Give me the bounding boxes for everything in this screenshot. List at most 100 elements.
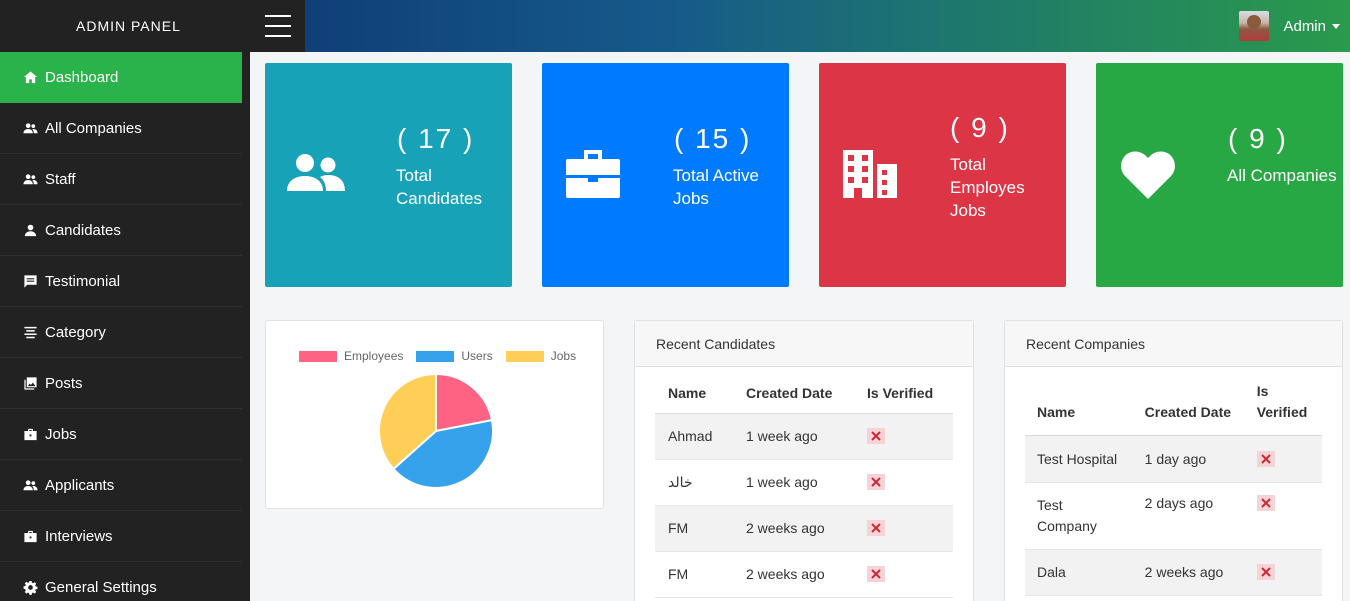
recent-companies-panel: Recent Companies Name Created Date Is Ve… [1004, 320, 1343, 601]
sidebar-item-label: General Settings [45, 578, 157, 596]
sidebar-item-label: Candidates [45, 221, 121, 239]
sidebar-item-interviews[interactable]: Interviews [0, 511, 242, 562]
comment-icon [22, 273, 38, 289]
sidebar-item-label: Posts [45, 374, 83, 392]
header-bar: Admin [305, 0, 1350, 52]
sidebar-item-label: Category [45, 323, 106, 341]
top-navbar: ADMIN PANEL Admin [0, 0, 1350, 52]
table-row[interactable]: Test Company 2 days ago [1025, 482, 1322, 550]
not-verified-x-icon [867, 520, 885, 536]
people-icon [22, 120, 38, 136]
gear-icon [22, 579, 38, 595]
sidebar-item-jobs[interactable]: Jobs [0, 409, 242, 460]
users-icon [287, 153, 347, 198]
sidebar-item-label: Jobs [45, 425, 77, 443]
brand-title[interactable]: ADMIN PANEL [0, 0, 250, 52]
sidebar-item-label: Staff [45, 170, 76, 188]
stat-count: ( 17 ) [397, 123, 475, 154]
table-row[interactable]: Test Hospital 1 day ago [1025, 435, 1322, 483]
sidebar-toggle-area [250, 0, 305, 52]
sidebar-item-general-settings[interactable]: General Settings [0, 562, 242, 601]
table-row[interactable]: خالد 1 week ago [655, 459, 953, 506]
cell-date: 2 weeks ago [746, 505, 867, 552]
building-icon [843, 150, 897, 203]
not-verified-x-icon [1256, 564, 1275, 580]
recent-candidates-table: Name Created Date Is Verified Ahmad 1 we… [655, 369, 953, 598]
cell-date: 2 weeks ago [1144, 549, 1257, 596]
cell-date: 1 day ago [1144, 435, 1257, 483]
table-row[interactable]: Dala 2 weeks ago [1025, 549, 1322, 596]
chart-panel: Employees Users Jobs [265, 320, 604, 509]
stat-label: Total Candidates [396, 166, 483, 208]
column-header-created-date[interactable]: Created Date [1144, 369, 1257, 436]
briefcase-icon [22, 426, 38, 442]
column-header-name[interactable]: Name [1025, 369, 1145, 436]
home-icon [22, 70, 38, 86]
cell-name: Test Hospital [1025, 435, 1145, 483]
avatar[interactable] [1239, 11, 1270, 41]
sidebar-item-category[interactable]: Category [0, 307, 242, 358]
people-icon [22, 171, 38, 187]
cell-date: 1 week ago [746, 459, 867, 506]
sidebar-item-applicants[interactable]: Applicants [0, 460, 242, 511]
table-row[interactable]: FM 2 weeks ago [655, 505, 953, 552]
people-icon [22, 477, 38, 493]
recent-companies-table: Name Created Date Is Verified Test Hospi… [1025, 369, 1322, 596]
stat-card-all-companies[interactable]: ( 9 ) All Companies [1096, 63, 1343, 287]
table-row[interactable]: Ahmad 1 week ago [655, 413, 953, 460]
panel-title: Recent Candidates [635, 321, 973, 367]
sidebar-item-candidates[interactable]: Candidates [0, 205, 242, 256]
stat-label: Total Employes Jobs [950, 155, 1025, 220]
sidebar-item-posts[interactable]: Posts [0, 358, 242, 409]
chevron-down-icon[interactable] [1332, 23, 1340, 29]
cell-name: Test Company [1025, 482, 1145, 550]
not-verified-x-icon [867, 474, 885, 490]
cell-name: FM [655, 551, 746, 598]
cell-date: 2 weeks ago [746, 551, 867, 598]
align-icon [22, 324, 38, 340]
sidebar-item-dashboard[interactable]: Dashboard [0, 52, 242, 103]
hamburger-menu-icon[interactable] [264, 15, 291, 37]
user-name[interactable]: Admin [1283, 18, 1326, 35]
panel-title: Recent Companies [1005, 321, 1342, 367]
cell-name: Dala [1025, 549, 1145, 596]
not-verified-x-icon [867, 428, 885, 444]
stat-card-total-active-jobs[interactable]: ( 15 ) Total Active Jobs [542, 63, 789, 287]
stat-count: ( 9 ) [950, 112, 1010, 143]
not-verified-x-icon [1256, 450, 1275, 467]
sidebar-item-staff[interactable]: Staff [0, 154, 242, 205]
cell-name: خالد [655, 459, 746, 506]
heart-icon [1121, 149, 1175, 204]
stat-count: ( 15 ) [674, 123, 752, 154]
cell-date: 2 days ago [1144, 482, 1257, 550]
stat-count: ( 9 ) [1228, 123, 1288, 154]
table-row[interactable]: FM 2 weeks ago [655, 551, 953, 598]
cell-name: FM [655, 505, 746, 552]
cell-name: Ahmad [655, 413, 746, 460]
not-verified-x-icon [867, 566, 885, 582]
image-icon [22, 375, 38, 391]
column-header-created-date[interactable]: Created Date [746, 369, 867, 414]
sidebar-item-label: All Companies [45, 119, 142, 137]
sidebar-item-all-companies[interactable]: All Companies [0, 103, 242, 154]
not-verified-x-icon [1256, 494, 1275, 511]
stat-card-total-employes-jobs[interactable]: ( 9 ) Total Employes Jobs [819, 63, 1066, 287]
stat-label: Total Active Jobs [673, 166, 759, 208]
stat-card-total-candidates[interactable]: ( 17 ) Total Candidates [265, 63, 512, 287]
briefcase-icon [22, 528, 38, 544]
sidebar-item-testimonial[interactable]: Testimonial [0, 256, 242, 307]
sidebar-item-label: Testimonial [45, 272, 121, 290]
sidebar: Dashboard All Companies Staff Candidates… [0, 52, 250, 601]
sidebar-item-label: Applicants [45, 476, 115, 494]
recent-candidates-panel: Recent Candidates Name Created Date Is V… [634, 320, 974, 601]
person-icon [22, 222, 38, 238]
sidebar-item-label: Dashboard [45, 69, 119, 86]
user-menu[interactable]: Admin [1239, 11, 1340, 41]
briefcase-icon [566, 150, 620, 203]
column-header-is-verified[interactable]: Is Verified [1256, 369, 1322, 436]
column-header-name[interactable]: Name [655, 369, 746, 414]
column-header-is-verified[interactable]: Is Verified [867, 369, 953, 414]
sidebar-item-label: Interviews [45, 527, 113, 545]
stat-label: All Companies [1227, 166, 1337, 185]
pie-chart [378, 372, 494, 489]
